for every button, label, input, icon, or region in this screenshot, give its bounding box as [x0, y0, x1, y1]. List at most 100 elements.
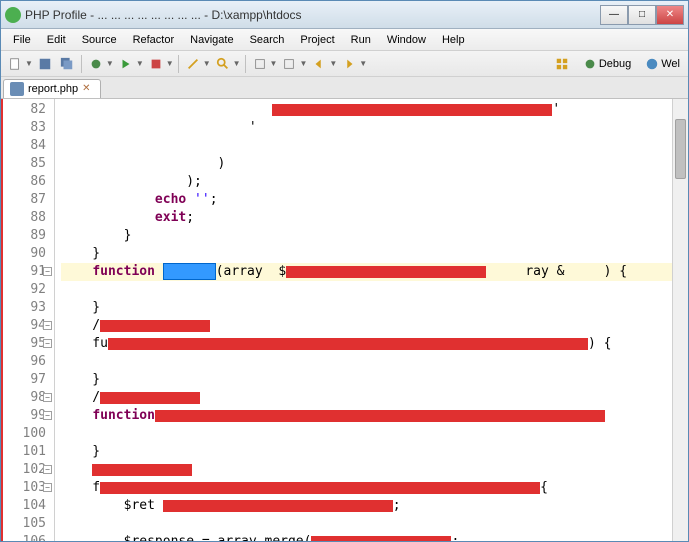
code-line[interactable] — [61, 461, 688, 479]
fold-marker-icon[interactable]: − — [43, 393, 52, 402]
code-line[interactable]: } — [61, 227, 688, 245]
nav-button[interactable] — [250, 54, 270, 74]
menu-help[interactable]: Help — [434, 31, 473, 49]
code-line[interactable]: } — [61, 245, 688, 263]
menu-project[interactable]: Project — [292, 31, 342, 49]
line-number[interactable]: 101 — [1, 443, 46, 461]
line-number[interactable]: 103− — [1, 479, 46, 497]
run-button[interactable] — [116, 54, 136, 74]
line-number[interactable]: 84 — [1, 137, 46, 155]
code-line[interactable] — [61, 425, 688, 443]
line-number[interactable]: 85 — [1, 155, 46, 173]
dropdown-arrow-icon[interactable]: ▼ — [203, 59, 211, 68]
line-number[interactable]: 104 — [1, 497, 46, 515]
code-line[interactable]: / — [61, 389, 688, 407]
code-line[interactable] — [61, 137, 688, 155]
code-line[interactable]: } — [61, 371, 688, 389]
code-line[interactable]: function — [61, 407, 688, 425]
line-number[interactable]: 94− — [1, 317, 46, 335]
dropdown-arrow-icon[interactable]: ▼ — [106, 59, 114, 68]
code-line[interactable]: fu) { — [61, 335, 688, 353]
fold-marker-icon[interactable]: − — [43, 465, 52, 474]
forward-button[interactable] — [339, 54, 359, 74]
fold-marker-icon[interactable]: − — [43, 267, 52, 276]
code-line[interactable]: ); — [61, 173, 688, 191]
titlebar[interactable]: PHP Profile - ... ... ... ... ... ... ..… — [1, 1, 688, 29]
line-number[interactable]: 86 — [1, 173, 46, 191]
back-button[interactable] — [309, 54, 329, 74]
menu-navigate[interactable]: Navigate — [182, 31, 241, 49]
maximize-button[interactable]: □ — [628, 5, 656, 25]
perspective-button[interactable] — [551, 55, 573, 73]
code-line[interactable] — [61, 353, 688, 371]
wand-button[interactable] — [183, 54, 203, 74]
code-line[interactable] — [61, 515, 688, 533]
fold-marker-icon[interactable]: − — [43, 339, 52, 348]
menu-refactor[interactable]: Refactor — [125, 31, 183, 49]
fold-marker-icon[interactable]: − — [43, 321, 52, 330]
code-line[interactable]: ' — [61, 101, 688, 119]
vertical-scrollbar[interactable] — [672, 99, 688, 541]
fold-marker-icon[interactable]: − — [43, 483, 52, 492]
code-line[interactable]: $ret ; — [61, 497, 688, 515]
menu-run[interactable]: Run — [343, 31, 379, 49]
line-number[interactable]: 98− — [1, 389, 46, 407]
code-line[interactable] — [61, 281, 688, 299]
line-number[interactable]: 91− — [1, 263, 46, 281]
code-line[interactable]: echo ''; — [61, 191, 688, 209]
line-gutter[interactable]: 82838485868788899091−929394−95−969798−99… — [1, 99, 55, 541]
file-tab-report[interactable]: report.php ✕ — [3, 79, 101, 98]
line-number[interactable]: 100 — [1, 425, 46, 443]
code-line[interactable]: ) — [61, 155, 688, 173]
menu-edit[interactable]: Edit — [39, 31, 74, 49]
menu-file[interactable]: File — [5, 31, 39, 49]
dropdown-arrow-icon[interactable]: ▼ — [233, 59, 241, 68]
save-button[interactable] — [35, 54, 55, 74]
line-number[interactable]: 82 — [1, 101, 46, 119]
dropdown-arrow-icon[interactable]: ▼ — [166, 59, 174, 68]
scroll-thumb[interactable] — [675, 119, 686, 179]
new-button[interactable] — [5, 54, 25, 74]
line-number[interactable]: 106 — [1, 533, 46, 541]
line-number[interactable]: 102− — [1, 461, 46, 479]
save-all-button[interactable] — [57, 54, 77, 74]
debug-perspective[interactable]: Debug — [579, 55, 635, 73]
code-line[interactable]: $response = array_merge(; — [61, 533, 688, 541]
dropdown-arrow-icon[interactable]: ▼ — [359, 59, 367, 68]
line-number[interactable]: 99− — [1, 407, 46, 425]
line-number[interactable]: 92 — [1, 281, 46, 299]
line-number[interactable]: 88 — [1, 209, 46, 227]
line-number[interactable]: 87 — [1, 191, 46, 209]
dropdown-arrow-icon[interactable]: ▼ — [25, 59, 33, 68]
code-line[interactable]: } — [61, 299, 688, 317]
dropdown-arrow-icon[interactable]: ▼ — [136, 59, 144, 68]
line-number[interactable]: 95− — [1, 335, 46, 353]
dropdown-arrow-icon[interactable]: ▼ — [299, 59, 307, 68]
code-line[interactable]: function (array $ ray & ) { — [61, 263, 688, 281]
code-line[interactable]: } — [61, 443, 688, 461]
search-button[interactable] — [213, 54, 233, 74]
external-tools-button[interactable] — [146, 54, 166, 74]
dropdown-arrow-icon[interactable]: ▼ — [270, 59, 278, 68]
code-line[interactable]: f{ — [61, 479, 688, 497]
menu-source[interactable]: Source — [74, 31, 125, 49]
minimize-button[interactable]: — — [600, 5, 628, 25]
web-perspective[interactable]: Wel — [641, 55, 684, 73]
menu-window[interactable]: Window — [379, 31, 434, 49]
menu-search[interactable]: Search — [242, 31, 293, 49]
nav2-button[interactable] — [279, 54, 299, 74]
code-line[interactable]: / — [61, 317, 688, 335]
dropdown-arrow-icon[interactable]: ▼ — [329, 59, 337, 68]
line-number[interactable]: 105 — [1, 515, 46, 533]
code-content[interactable]: ' ' ) ); echo ''; exit; } } function (ar… — [55, 99, 688, 541]
line-number[interactable]: 93 — [1, 299, 46, 317]
close-button[interactable]: ✕ — [656, 5, 684, 25]
line-number[interactable]: 89 — [1, 227, 46, 245]
line-number[interactable]: 96 — [1, 353, 46, 371]
line-number[interactable]: 90 — [1, 245, 46, 263]
code-line[interactable]: ' — [61, 119, 688, 137]
debug-button[interactable] — [86, 54, 106, 74]
fold-marker-icon[interactable]: − — [43, 411, 52, 420]
line-number[interactable]: 83 — [1, 119, 46, 137]
tab-close-icon[interactable]: ✕ — [82, 83, 94, 95]
